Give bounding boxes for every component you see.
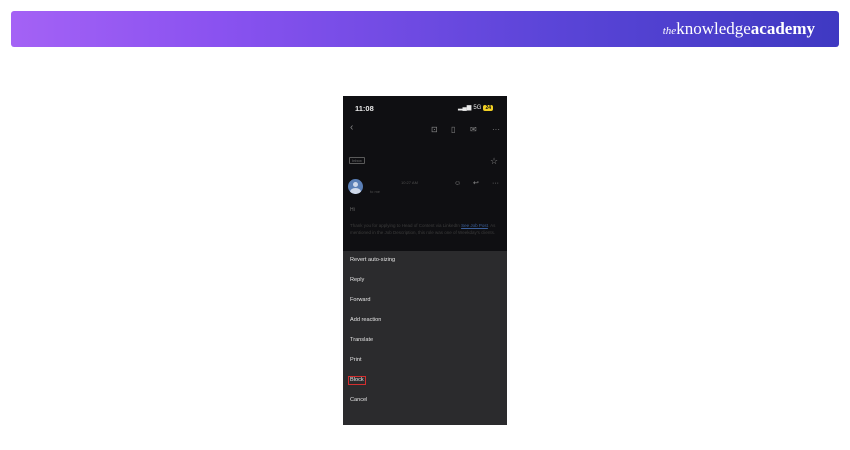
reply-icon[interactable]: ↩ — [473, 180, 479, 188]
status-indicators: ▂▄▆ 5G 24 — [458, 104, 493, 111]
archive-icon[interactable]: ⊡ — [431, 126, 438, 134]
email-view: ‹ ⊡ ▯ ✉ ··· Inbox ☆ 10:27 AM to me ☺ ↩ ·… — [343, 116, 507, 264]
menu-item-cancel[interactable]: Cancel — [350, 397, 367, 404]
email-greeting: Hi — [350, 207, 355, 213]
avatar[interactable] — [348, 179, 363, 194]
menu-item-print[interactable]: Print — [350, 357, 362, 364]
email-paragraph-1: Thank you for applying to Head of Conten… — [350, 222, 498, 236]
recipient-label[interactable]: to me — [370, 189, 380, 194]
brand-logo: theknowledgeacademy — [663, 19, 815, 39]
more-icon[interactable]: ··· — [492, 180, 499, 188]
menu-item-reply[interactable]: Reply — [350, 277, 364, 284]
menu-item-translate[interactable]: Translate — [350, 337, 373, 344]
trash-icon[interactable]: ▯ — [451, 126, 455, 134]
inbox-label[interactable]: Inbox — [349, 157, 365, 164]
email-time: 10:27 AM — [401, 180, 418, 185]
menu-item-forward[interactable]: Forward — [350, 297, 371, 304]
battery-badge: 24 — [483, 104, 493, 111]
emoji-icon[interactable]: ☺ — [454, 180, 461, 188]
back-icon[interactable]: ‹ — [350, 123, 353, 133]
phone-screenshot: 11:08 ▂▄▆ 5G 24 ‹ ⊡ ▯ ✉ ··· Inbox ☆ 10:2… — [343, 96, 507, 425]
job-post-link[interactable]: See Job Post — [461, 223, 488, 228]
menu-item-add-reaction[interactable]: Add reaction — [350, 317, 381, 324]
para1-text: Thank you for applying to Head of Conten… — [350, 223, 462, 228]
menu-item-revert-auto-sizing[interactable]: Revert auto-sizing — [350, 257, 395, 264]
star-icon[interactable]: ☆ — [490, 157, 498, 166]
brand-main: knowledge — [676, 19, 751, 38]
mail-icon[interactable]: ✉ — [470, 126, 477, 134]
brand-bold: academy — [750, 19, 815, 38]
network-label: 5G — [473, 104, 482, 111]
menu-item-block[interactable]: Block — [347, 375, 367, 386]
more-icon[interactable]: ··· — [492, 126, 500, 134]
brand-banner: theknowledgeacademy — [11, 11, 839, 47]
status-bar: 11:08 ▂▄▆ 5G 24 — [343, 96, 507, 116]
brand-prefix: the — [662, 25, 677, 37]
action-sheet: Revert auto-sizing Reply Forward Add rea… — [343, 251, 507, 425]
status-time: 11:08 — [355, 104, 374, 113]
signal-icon: ▂▄▆ — [457, 105, 472, 111]
